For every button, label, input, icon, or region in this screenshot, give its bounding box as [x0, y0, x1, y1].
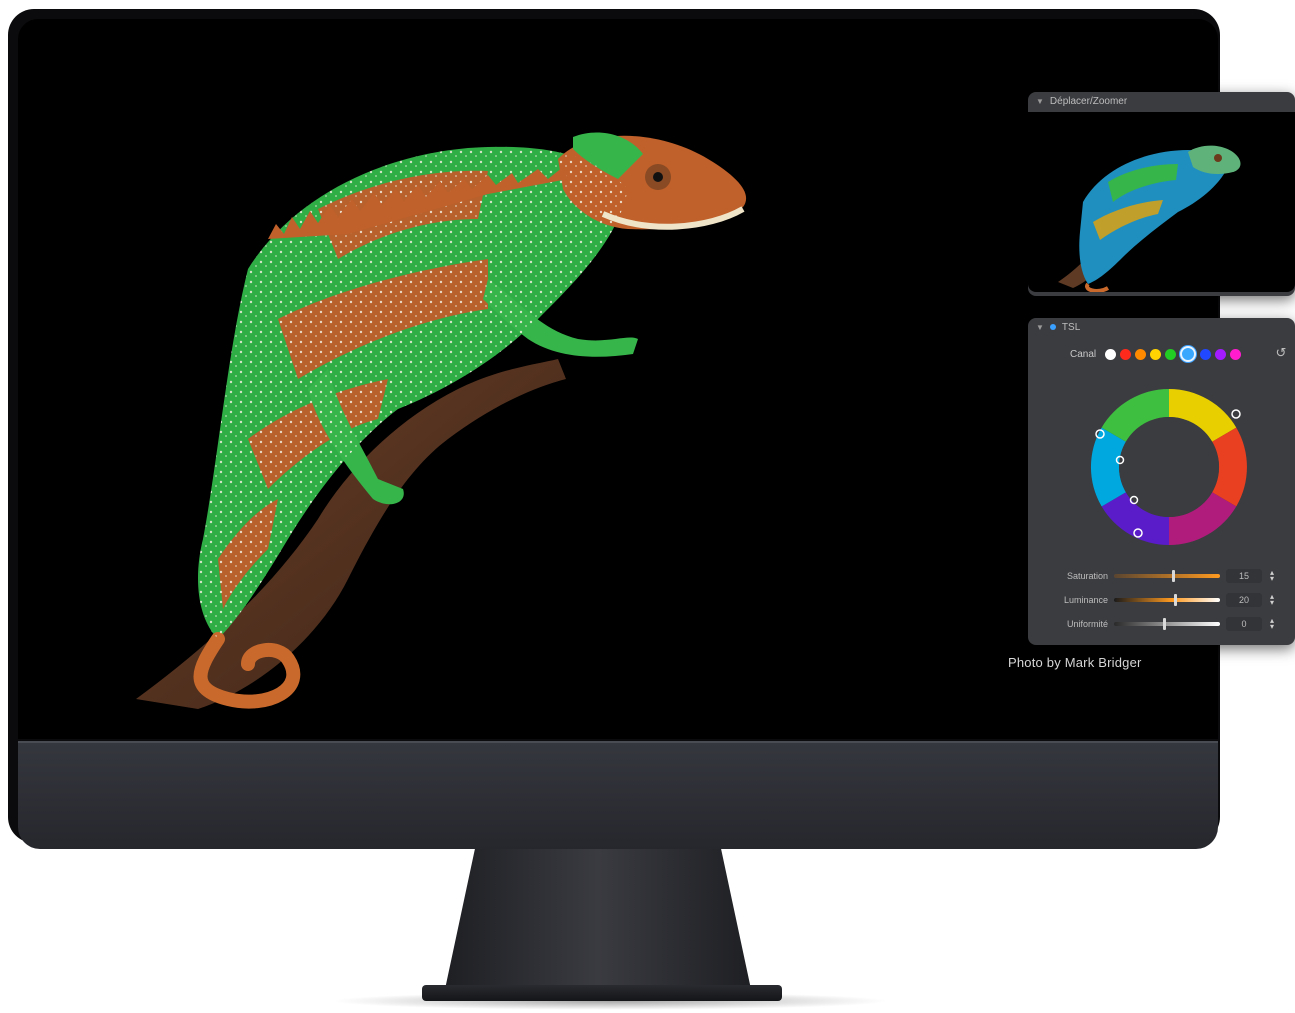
channel-swatch-yellow[interactable] — [1150, 348, 1162, 360]
luminance-slider-row: Luminance 20 ▴ ▾ — [1058, 592, 1290, 608]
channel-swatch-purple[interactable] — [1215, 348, 1227, 360]
hsl-panel-title: TSL — [1061, 321, 1081, 333]
channel-swatch-cyan[interactable] — [1180, 346, 1197, 362]
collapse-chevron-icon[interactable]: ▼ — [1036, 323, 1044, 332]
wheel-handle — [1231, 409, 1241, 419]
channel-swatch-blue[interactable] — [1200, 348, 1212, 360]
hsl-panel: ▼ TSL Canal ↺ Saturation 15 ▴ ▾ Luminanc… — [1028, 318, 1295, 645]
collapse-chevron-icon[interactable]: ▼ — [1036, 97, 1044, 106]
luminance-stepper-icon[interactable]: ▴ ▾ — [1270, 593, 1274, 607]
saturation-stepper-icon[interactable]: ▴ ▾ — [1270, 569, 1274, 583]
saturation-slider-row: Saturation 15 ▴ ▾ — [1058, 568, 1290, 584]
photo-credit: Photo by Mark Bridger — [1008, 655, 1142, 670]
uniformity-stepper-icon[interactable]: ▴ ▾ — [1270, 617, 1274, 631]
luminance-slider-thumb[interactable] — [1174, 594, 1178, 606]
saturation-slider-thumb[interactable] — [1172, 570, 1176, 582]
uniformity-slider[interactable] — [1114, 618, 1220, 630]
navigator-panel-title: Déplacer/Zoomer — [1049, 95, 1128, 107]
reset-icon[interactable]: ↺ — [1274, 346, 1288, 360]
hsl-panel-header[interactable]: ▼ TSL — [1028, 318, 1295, 336]
monitor-chin — [18, 741, 1218, 849]
channel-swatch-white[interactable] — [1105, 348, 1117, 360]
luminance-label: Luminance — [1063, 595, 1108, 605]
uniformity-slider-row: Uniformité 0 ▴ ▾ — [1058, 616, 1290, 632]
saturation-slider[interactable] — [1114, 570, 1220, 582]
saturation-value[interactable]: 15 — [1226, 569, 1262, 583]
monitor-stand-base — [422, 985, 782, 1001]
channel-label: Canal — [1070, 348, 1097, 360]
luminance-slider[interactable] — [1114, 594, 1220, 606]
navigator-panel-header[interactable]: ▼ Déplacer/Zoomer — [1028, 92, 1295, 110]
uniformity-slider-thumb[interactable] — [1162, 618, 1166, 630]
navigator-thumbnail[interactable] — [1028, 112, 1295, 292]
panel-enabled-indicator[interactable] — [1049, 324, 1056, 330]
channel-swatch-orange[interactable] — [1135, 348, 1147, 360]
chameleon-thumbnail-image — [1058, 145, 1241, 292]
channel-swatch-green[interactable] — [1165, 348, 1177, 360]
navigator-panel: ▼ Déplacer/Zoomer — [1028, 92, 1295, 296]
color-wheel[interactable] — [1088, 386, 1250, 548]
uniformity-label: Uniformité — [1066, 619, 1108, 629]
channel-swatch-red[interactable] — [1120, 348, 1132, 360]
saturation-label: Saturation — [1066, 571, 1108, 581]
uniformity-value[interactable]: 0 — [1226, 617, 1262, 631]
channel-selector: Canal — [1070, 346, 1242, 362]
luminance-value[interactable]: 20 — [1226, 593, 1262, 607]
monitor-stand — [444, 842, 752, 992]
channel-swatch-magenta[interactable] — [1230, 348, 1242, 360]
